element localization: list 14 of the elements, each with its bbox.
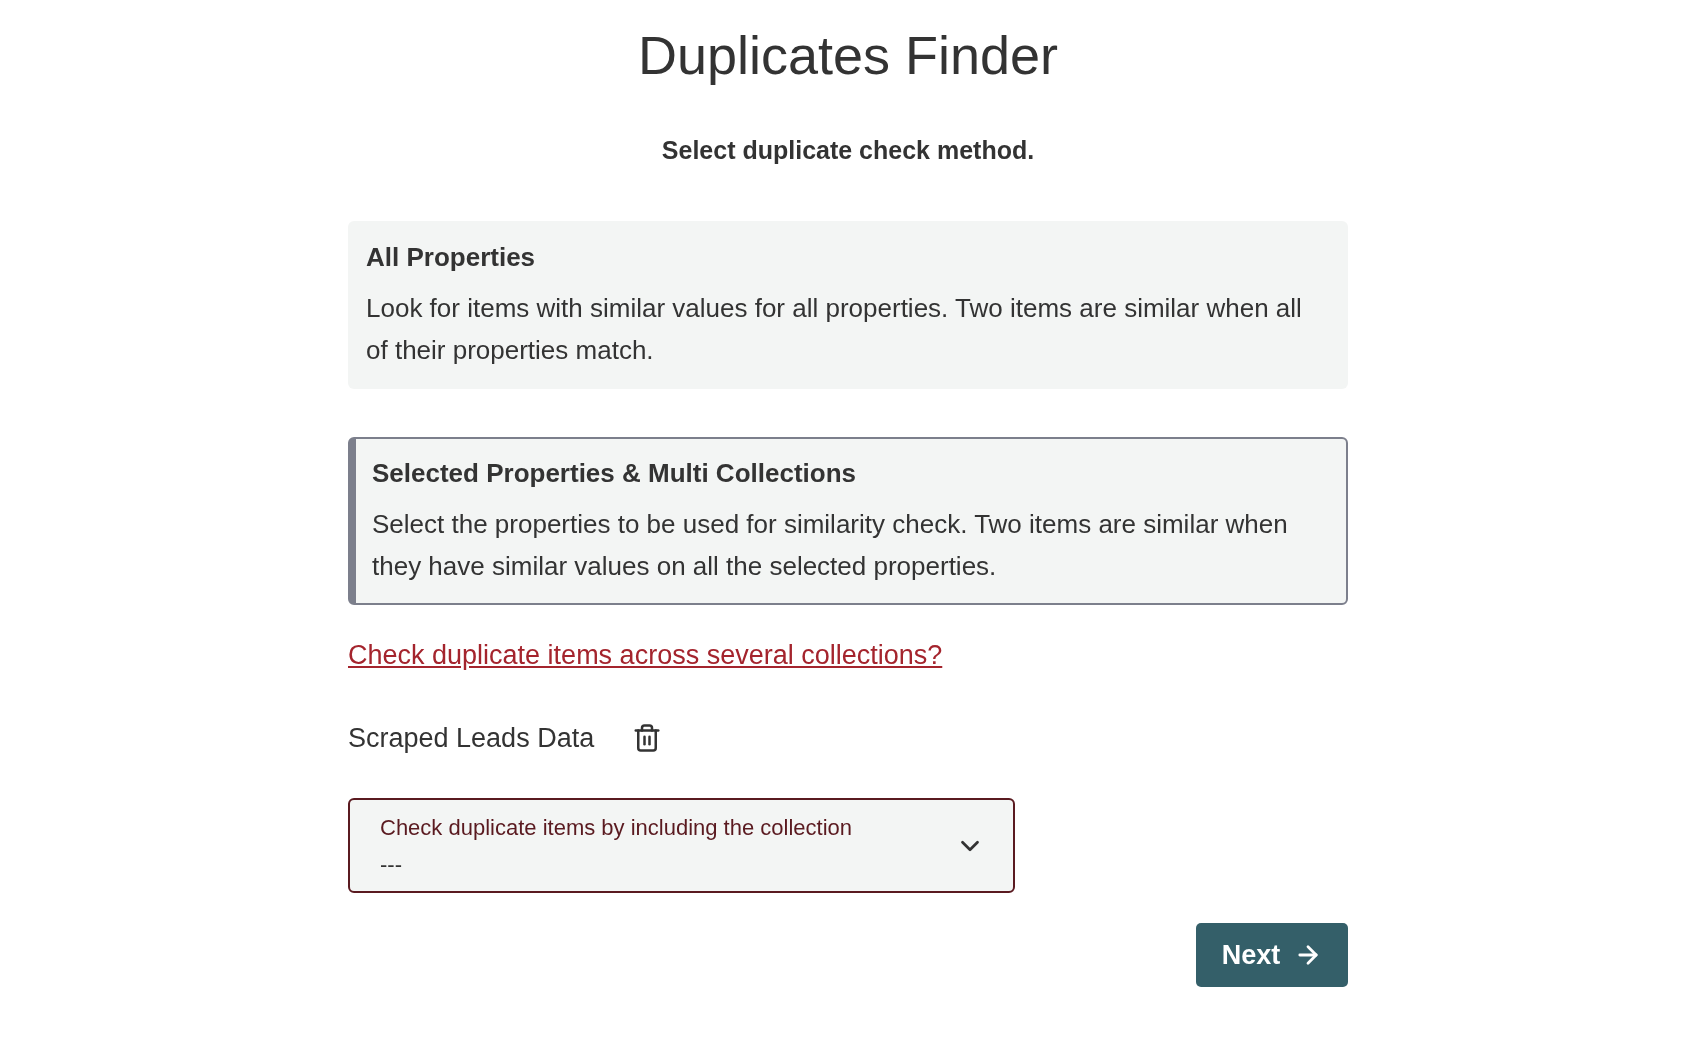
method-title: All Properties bbox=[366, 241, 537, 274]
method-card[interactable]: All Properties Look for items with similar values for all properties. Two items are similar when all of their properties match. bbox=[348, 221, 1348, 389]
method-title: Selected Properties & Multi Collections bbox=[372, 457, 857, 490]
method-description: Look for items with similar values for all properties. Two items are similar when all of their properties match. bbox=[366, 292, 1303, 367]
next-button[interactable]: Next bbox=[1196, 923, 1348, 987]
page-title: Duplicates Finder bbox=[637, 24, 1059, 87]
select-label: Check duplicate items by including the collection bbox=[380, 813, 854, 842]
method-description: Select the properties to be used for similarity check. Two items are similar when they have similar values on all the selected properties. bbox=[372, 508, 1289, 583]
method-card[interactable]: Selected Properties & Multi Collections Select the properties to be used for similarity check. Two items are similar when they have similar values on all the selected properties. bbox=[348, 437, 1348, 605]
collection-name: Scraped Leads Data bbox=[348, 721, 595, 755]
collection-select[interactable]: Check duplicate items by including the collection --- bbox=[348, 798, 1015, 893]
method-prompt: Select duplicate check method. bbox=[661, 134, 1035, 166]
select-value: --- bbox=[380, 850, 403, 879]
multi-collection-link[interactable]: Check duplicate items across several collections? bbox=[348, 635, 943, 676]
